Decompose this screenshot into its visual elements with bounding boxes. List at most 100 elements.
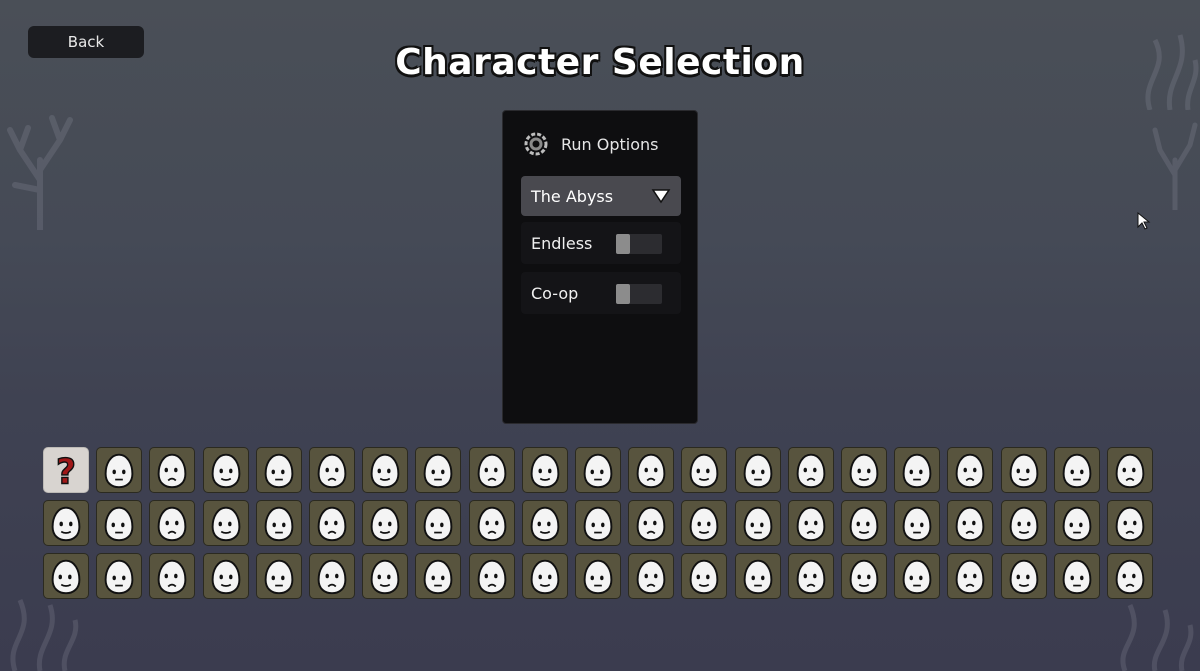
character-slot-viking[interactable] — [468, 500, 515, 546]
character-slot-spiky[interactable] — [1053, 500, 1100, 546]
character-slot-mask[interactable] — [628, 553, 675, 599]
character-portrait-icon — [530, 559, 560, 595]
character-slot-dots[interactable] — [468, 447, 515, 493]
character-slot-gruff[interactable] — [947, 447, 994, 493]
character-slot-feathered[interactable] — [628, 500, 675, 546]
character-slot-eyepatch[interactable] — [149, 447, 196, 493]
character-portrait-icon — [1062, 506, 1092, 542]
character-slot-angry[interactable] — [43, 553, 89, 599]
character-portrait-icon — [1115, 559, 1145, 595]
character-slot-sad[interactable] — [734, 447, 781, 493]
coral-decoration-icon-2 — [1152, 122, 1198, 210]
character-portrait-icon — [211, 559, 240, 595]
character-slot-fedora[interactable] — [415, 553, 462, 599]
character-slot-beanie[interactable] — [947, 553, 994, 599]
character-slot-calm2[interactable] — [521, 500, 568, 546]
character-slot-bird[interactable] — [734, 500, 781, 546]
character-slot-bearded-big[interactable] — [787, 553, 834, 599]
character-slot-clown[interactable] — [202, 553, 249, 599]
gear-icon — [524, 132, 548, 156]
character-slot-tophat[interactable] — [841, 553, 887, 599]
character-slot-shades[interactable] — [362, 500, 409, 546]
character-slot-kiss[interactable] — [468, 553, 515, 599]
character-slot-crown[interactable] — [894, 500, 941, 546]
character-slot-bandana[interactable] — [255, 553, 302, 599]
character-portrait-icon — [158, 506, 187, 542]
mode-dropdown[interactable]: The Abyss — [521, 176, 681, 216]
character-portrait-icon — [956, 559, 985, 595]
character-slot-bandaged[interactable] — [575, 447, 621, 493]
character-slot-glasses[interactable] — [841, 447, 887, 493]
character-portrait-icon — [796, 506, 826, 542]
character-slot-wink[interactable] — [787, 447, 834, 493]
character-portrait-icon — [424, 453, 453, 489]
character-slot-calm[interactable] — [362, 447, 409, 493]
character-slot-wrapped[interactable] — [1000, 553, 1047, 599]
character-slot-bearded-small[interactable] — [1000, 447, 1047, 493]
character-slot-ninja[interactable] — [255, 500, 302, 546]
character-slot-monocle[interactable] — [255, 447, 302, 493]
character-slot-grumpy[interactable] — [415, 447, 462, 493]
character-slot-goblet[interactable] — [309, 447, 355, 493]
character-portrait-icon — [743, 559, 772, 595]
character-slot-antlers[interactable] — [734, 553, 781, 599]
endless-toggle[interactable] — [616, 234, 662, 254]
coop-option: Co-op — [521, 272, 681, 314]
character-portrait-icon — [424, 506, 453, 542]
character-portrait-icon — [849, 506, 879, 542]
character-portrait-icon — [370, 453, 400, 489]
character-slot-whistle[interactable] — [1053, 553, 1100, 599]
character-portrait-icon — [370, 559, 400, 595]
character-portrait-icon — [690, 559, 719, 595]
character-portrait-icon — [1062, 453, 1092, 489]
character-slot-calm3[interactable] — [1000, 500, 1047, 546]
character-portrait-icon — [317, 453, 347, 489]
character-portrait-icon — [264, 506, 294, 542]
character-slot-lollipop[interactable] — [1107, 447, 1153, 493]
character-slot-scarf[interactable] — [415, 500, 462, 546]
character-slot-visor[interactable] — [1107, 500, 1153, 546]
character-slot-beard-goatee[interactable] — [575, 553, 621, 599]
character-slot-leafy[interactable] — [947, 500, 994, 546]
character-portrait-icon — [1009, 559, 1038, 595]
character-slot-grin[interactable] — [309, 500, 355, 546]
character-slot-mustache[interactable] — [96, 553, 143, 599]
character-slot-crying[interactable] — [575, 500, 621, 546]
character-slot-robot[interactable] — [309, 553, 355, 599]
character-slot-tongue[interactable] — [362, 553, 409, 599]
character-slot-smug[interactable] — [96, 447, 143, 493]
character-portrait-icon — [104, 506, 134, 542]
character-portrait-icon — [1115, 453, 1145, 489]
run-options-header: Run Options — [523, 131, 659, 157]
character-slot-hooded[interactable] — [43, 500, 89, 546]
character-slot-calm4[interactable] — [681, 553, 728, 599]
character-slot-goggles[interactable] — [202, 500, 249, 546]
character-portrait-icon — [477, 453, 506, 489]
character-portrait-icon — [158, 559, 187, 595]
character-slot-panda[interactable] — [149, 553, 196, 599]
character-portrait-icon — [583, 506, 613, 542]
character-slot-cheerful[interactable] — [681, 447, 728, 493]
character-slot-wavy[interactable] — [681, 500, 728, 546]
character-slot-pipe[interactable] — [1107, 553, 1153, 599]
character-portrait-icon — [104, 559, 134, 595]
character-slot-freckled[interactable] — [521, 447, 568, 493]
character-portrait-icon — [690, 453, 719, 489]
character-slot-scared[interactable] — [1053, 447, 1100, 493]
character-slot-sleepy[interactable] — [202, 447, 249, 493]
character-slot-shout[interactable] — [628, 447, 675, 493]
endless-option: Endless — [521, 222, 681, 264]
character-slot-stone[interactable] — [841, 500, 887, 546]
character-slot-diver[interactable] — [894, 553, 941, 599]
character-portrait-icon — [636, 453, 666, 489]
character-slot-bearded[interactable] — [149, 500, 196, 546]
character-portrait-icon — [530, 453, 560, 489]
random-character-slot[interactable]: ? — [43, 447, 89, 493]
character-slot-plain[interactable] — [894, 447, 941, 493]
coop-label: Co-op — [531, 283, 579, 303]
coop-toggle[interactable] — [616, 284, 662, 304]
character-slot-knight[interactable] — [96, 500, 143, 546]
character-portrait-icon — [690, 506, 719, 542]
character-slot-hardhat[interactable] — [521, 553, 568, 599]
character-slot-cap[interactable] — [787, 500, 834, 546]
